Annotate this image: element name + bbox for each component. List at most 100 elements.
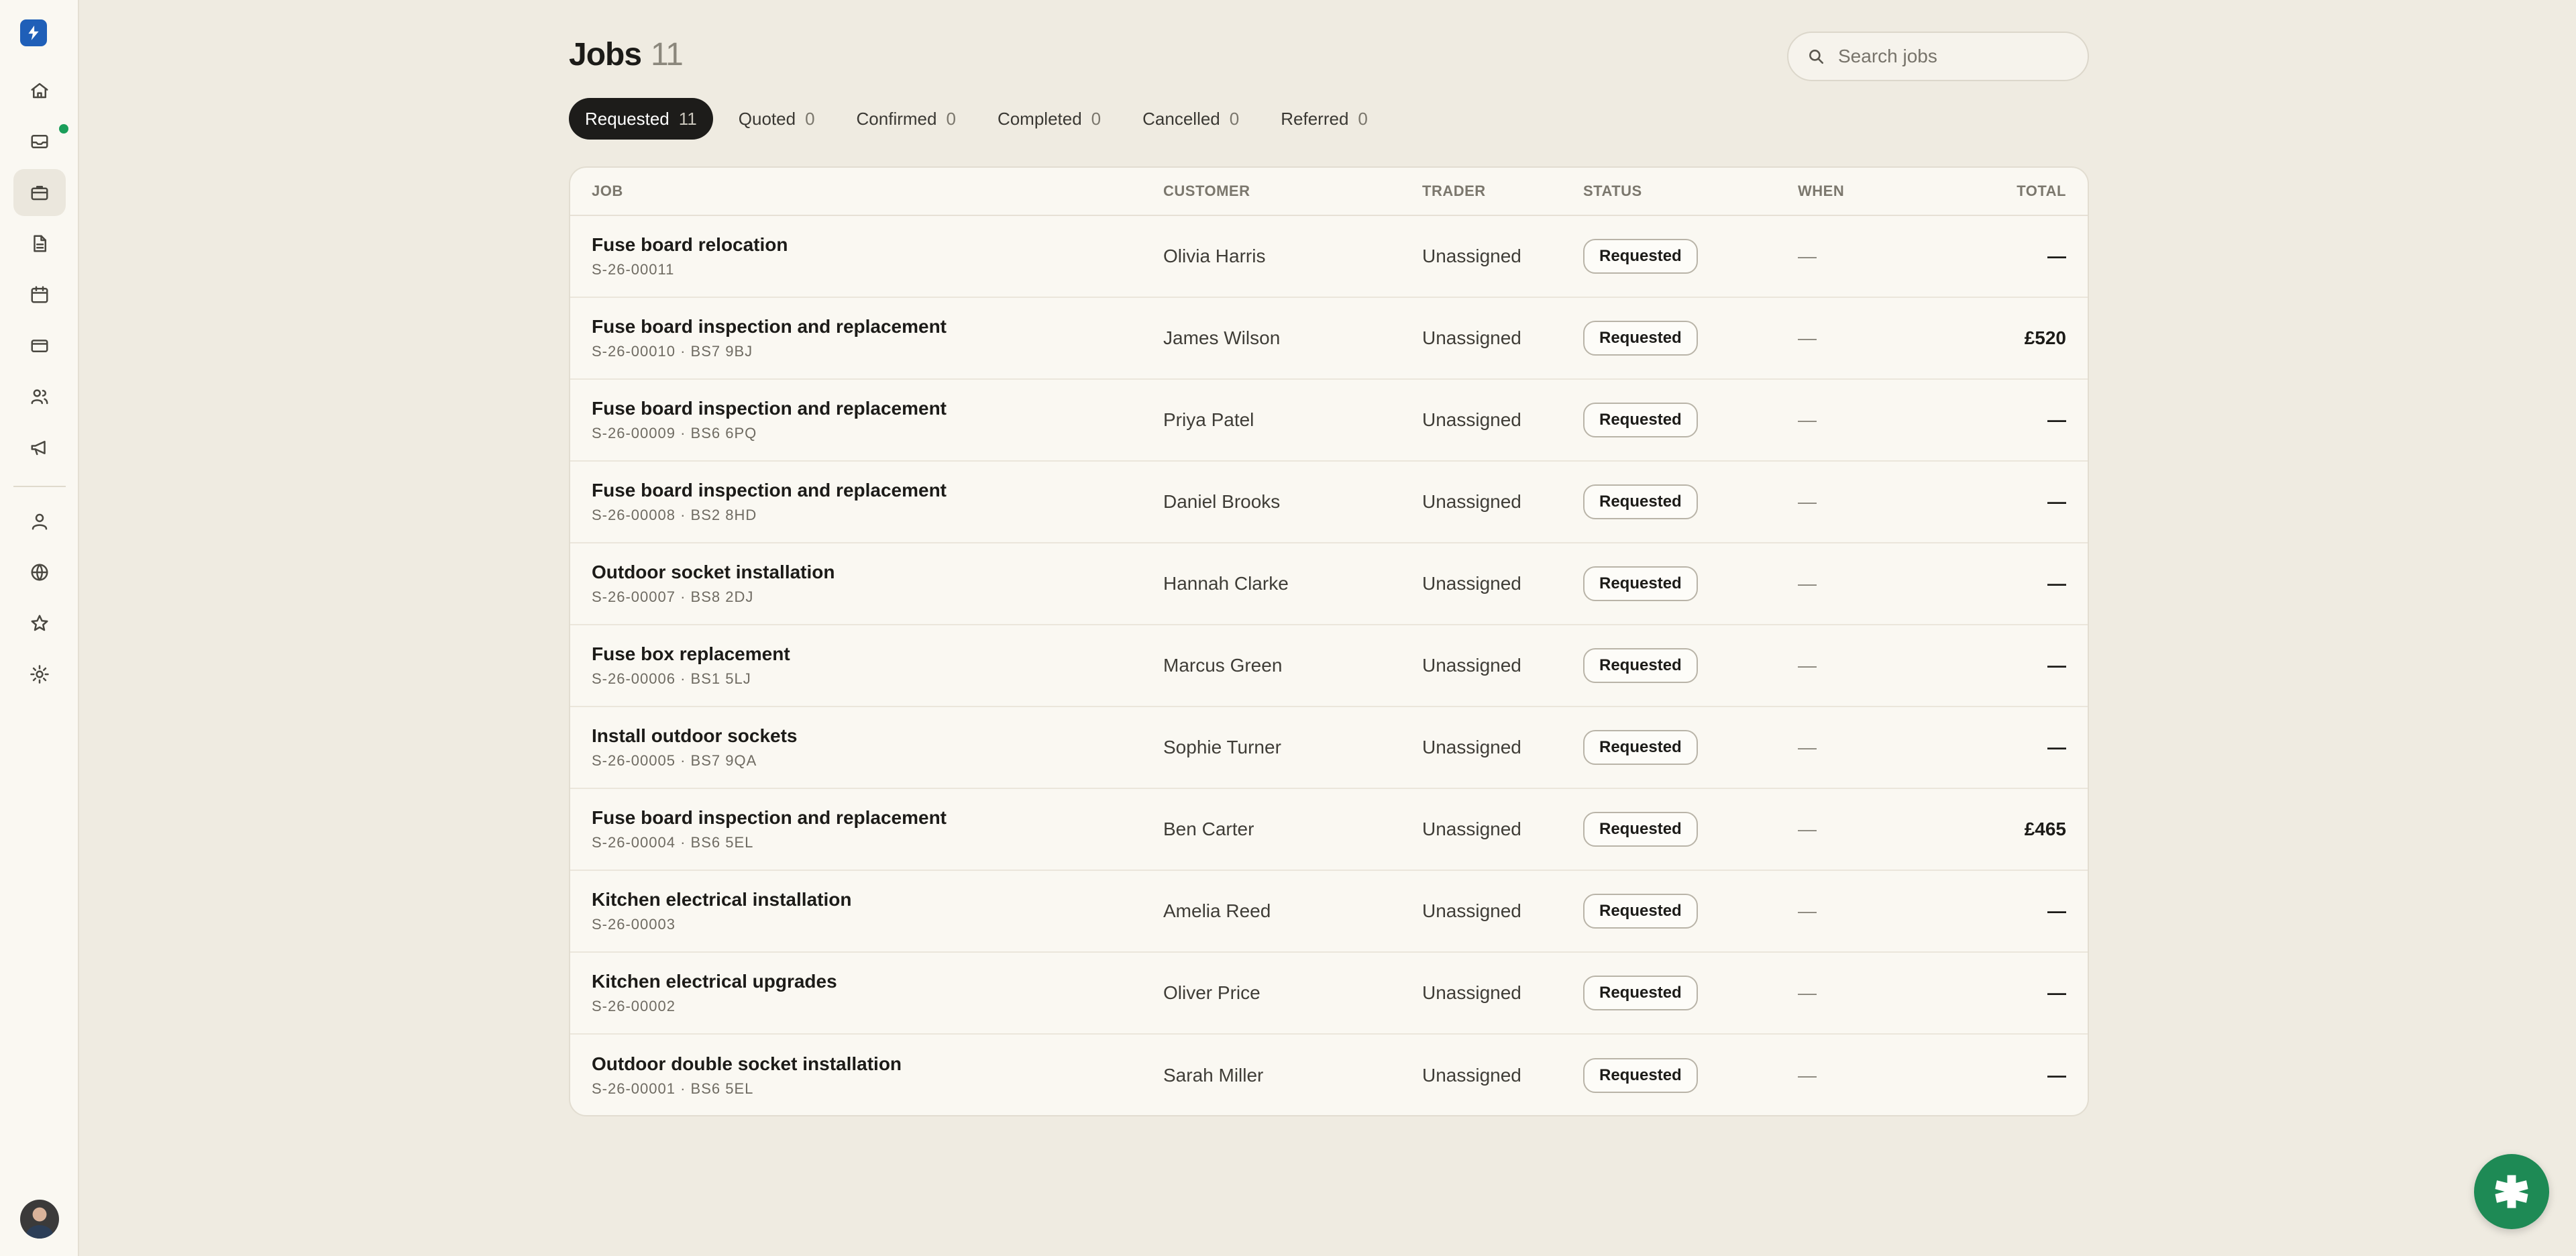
job-cell: Fuse board inspection and replacement S-… (570, 807, 1163, 851)
tab-label: Referred (1281, 108, 1349, 129)
column-header-customer[interactable]: CUSTOMER (1163, 182, 1422, 200)
status-cell: Requested (1583, 403, 1798, 437)
sidebar-item-reviews[interactable] (13, 600, 66, 647)
search-box[interactable] (1787, 32, 2089, 81)
status-badge: Requested (1583, 566, 1698, 601)
job-cell: Kitchen electrical upgrades S-26-00002 (570, 971, 1163, 1015)
status-cell: Requested (1583, 566, 1798, 601)
status-badge: Requested (1583, 894, 1698, 929)
table-row[interactable]: Fuse board inspection and replacement S-… (570, 462, 2088, 543)
job-title[interactable]: Fuse board inspection and replacement (592, 480, 1163, 501)
status-badge: Requested (1583, 976, 1698, 1010)
job-cell: Fuse board inspection and replacement S-… (570, 398, 1163, 442)
trader-name: Unassigned (1422, 573, 1521, 594)
table-row[interactable]: Fuse board inspection and replacement S-… (570, 789, 2088, 871)
table-row[interactable]: Outdoor double socket installation S-26-… (570, 1035, 2088, 1115)
customer-name: Sarah Miller (1163, 1065, 1264, 1086)
job-reference: S-26-00002 (592, 998, 676, 1014)
job-reference: S-26-00004 · BS6 5EL (592, 834, 754, 851)
status-badge: Requested (1583, 812, 1698, 847)
total-value: £520 (2024, 327, 2066, 348)
tab-referred[interactable]: Referred 0 (1265, 98, 1384, 140)
table-row[interactable]: Outdoor socket installation S-26-00007 ·… (570, 543, 2088, 625)
quick-action-button[interactable] (2474, 1154, 2549, 1229)
when-value: — (1798, 327, 1817, 348)
sidebar-item-inbox[interactable] (13, 118, 66, 165)
customer-name: Marcus Green (1163, 655, 1283, 676)
trader-name: Unassigned (1422, 409, 1521, 430)
table-row[interactable]: Fuse box replacement S-26-00006 · BS1 5L… (570, 625, 2088, 707)
job-title[interactable]: Outdoor double socket installation (592, 1053, 1163, 1075)
job-reference: S-26-00007 · BS8 2DJ (592, 588, 754, 605)
calendar-icon (31, 286, 48, 303)
app-logo-icon[interactable] (20, 19, 47, 46)
when-value: — (1798, 573, 1817, 594)
table-body: Fuse board relocation S-26-00011 Olivia … (570, 216, 2088, 1115)
sidebar-item-customers[interactable] (13, 373, 66, 420)
user-avatar[interactable] (20, 1200, 59, 1239)
job-title[interactable]: Fuse board inspection and replacement (592, 316, 1163, 337)
job-title[interactable]: Outdoor socket installation (592, 562, 1163, 583)
sidebar-item-profile[interactable] (13, 498, 66, 545)
table-row[interactable]: Kitchen electrical upgrades S-26-00002 O… (570, 953, 2088, 1035)
column-header-when[interactable]: WHEN (1798, 182, 1932, 200)
page-title-text: Jobs (569, 37, 642, 72)
column-header-trader[interactable]: TRADER (1422, 182, 1583, 200)
sidebar-item-home[interactable] (13, 67, 66, 114)
table-row[interactable]: Fuse board inspection and replacement S-… (570, 380, 2088, 462)
tab-count: 0 (1229, 108, 1240, 129)
total-value: — (2047, 573, 2066, 594)
total-value: — (2047, 900, 2066, 921)
column-header-job[interactable]: JOB (570, 182, 1163, 200)
sidebar-item-marketing[interactable] (13, 424, 66, 471)
globe-icon (31, 564, 48, 581)
customer-name: Oliver Price (1163, 982, 1260, 1003)
tab-count: 0 (946, 108, 956, 129)
sidebar-item-documents[interactable] (13, 220, 66, 267)
job-title[interactable]: Fuse board relocation (592, 234, 1163, 256)
table-row[interactable]: Install outdoor sockets S-26-00005 · BS7… (570, 707, 2088, 789)
trader-name: Unassigned (1422, 900, 1521, 921)
page-title: Jobs 11 (569, 36, 684, 73)
status-cell: Requested (1583, 976, 1798, 1010)
job-title[interactable]: Install outdoor sockets (592, 725, 1163, 747)
inbox-icon (31, 135, 48, 148)
sidebar-item-payments[interactable] (13, 322, 66, 369)
status-badge: Requested (1583, 1058, 1698, 1093)
total-value: — (2047, 246, 2066, 266)
job-title[interactable]: Fuse box replacement (592, 643, 1163, 665)
job-title[interactable]: Kitchen electrical upgrades (592, 971, 1163, 992)
job-title[interactable]: Kitchen electrical installation (592, 889, 1163, 910)
job-reference: S-26-00010 · BS7 9BJ (592, 343, 753, 360)
tab-label: Confirmed (856, 108, 937, 129)
status-cell: Requested (1583, 1058, 1798, 1093)
tab-requested[interactable]: Requested 11 (569, 98, 713, 140)
job-title[interactable]: Fuse board inspection and replacement (592, 398, 1163, 419)
sidebar-item-settings[interactable] (13, 651, 66, 698)
tab-quoted[interactable]: Quoted 0 (722, 98, 831, 140)
job-reference: S-26-00003 (592, 916, 676, 933)
star-icon (31, 615, 48, 631)
status-badge: Requested (1583, 403, 1698, 437)
table-row[interactable]: Kitchen electrical installation S-26-000… (570, 871, 2088, 953)
sidebar-item-jobs[interactable] (13, 169, 66, 216)
sidebar-item-calendar[interactable] (13, 271, 66, 318)
job-title[interactable]: Fuse board inspection and replacement (592, 807, 1163, 829)
tab-cancelled[interactable]: Cancelled 0 (1126, 98, 1255, 140)
when-value: — (1798, 819, 1817, 839)
total-value: — (2047, 655, 2066, 676)
search-input[interactable] (1838, 46, 2066, 67)
table-row[interactable]: Fuse board relocation S-26-00011 Olivia … (570, 216, 2088, 298)
table-row[interactable]: Fuse board inspection and replacement S-… (570, 298, 2088, 380)
job-reference: S-26-00011 (592, 261, 675, 278)
briefcase-icon (31, 186, 48, 201)
column-header-status[interactable]: STATUS (1583, 182, 1798, 200)
tab-label: Requested (585, 108, 669, 129)
status-badge: Requested (1583, 321, 1698, 356)
sidebar-item-website[interactable] (13, 549, 66, 596)
tab-completed[interactable]: Completed 0 (981, 98, 1117, 140)
column-header-total[interactable]: TOTAL (1932, 182, 2088, 200)
inbox-notification-dot (59, 124, 68, 134)
tab-confirmed[interactable]: Confirmed 0 (841, 98, 972, 140)
status-badge: Requested (1583, 484, 1698, 519)
